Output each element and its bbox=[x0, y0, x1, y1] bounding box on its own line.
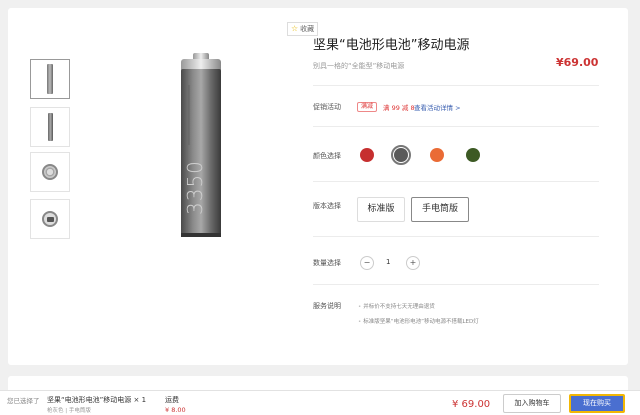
battery-capacity-print: 3350 bbox=[183, 160, 207, 215]
product-price: ¥69.00 bbox=[556, 56, 599, 69]
bottom-purchase-bar: 您已选择了 坚果“电池形电池”移动电源 × 1 枪灰色 | 手电筒版 运费 ¥ … bbox=[0, 390, 640, 415]
thumbnail-2[interactable] bbox=[30, 107, 70, 147]
shipping-label: 运费 bbox=[165, 396, 179, 404]
star-icon: ☆ bbox=[291, 24, 299, 33]
color-label: 颜色选择 bbox=[313, 152, 341, 160]
selected-label: 您已选择了 bbox=[7, 397, 40, 405]
product-title: 坚果“电池形电池”移动电源 bbox=[313, 38, 470, 53]
battery-side-thumb bbox=[47, 64, 53, 94]
version-label: 版本选择 bbox=[313, 202, 341, 210]
version-option-flashlight[interactable]: 手电筒版 bbox=[411, 197, 469, 222]
quantity-value: 1 bbox=[386, 258, 391, 266]
add-to-cart-button[interactable]: 加入购物车 bbox=[503, 394, 561, 413]
divider bbox=[313, 85, 599, 86]
quantity-decrease-button[interactable]: − bbox=[360, 256, 374, 270]
main-product-image: 3350 bbox=[165, 45, 235, 245]
color-swatch-orange[interactable] bbox=[427, 145, 447, 165]
battery-bottom-thumb bbox=[42, 211, 58, 227]
service-label: 服务说明 bbox=[313, 302, 341, 310]
divider bbox=[313, 236, 599, 237]
total-price: ¥ 69.00 bbox=[452, 399, 491, 410]
thumbnail-4[interactable] bbox=[30, 199, 70, 239]
color-swatch-red[interactable] bbox=[357, 145, 377, 165]
selected-product-name: 坚果“电池形电池”移动电源 × 1 bbox=[47, 396, 147, 404]
promo-detail-link[interactable]: 查看活动详情 > bbox=[414, 102, 461, 112]
divider bbox=[313, 284, 599, 285]
version-option-standard[interactable]: 标准版 bbox=[357, 197, 405, 222]
promo-text: 满 99 减 8 bbox=[383, 104, 415, 112]
service-item: • 标准版坚果“电池形电池”移动电源不搭载LED灯 bbox=[358, 319, 479, 325]
color-swatch-gray[interactable] bbox=[391, 145, 411, 165]
thumbnail-1[interactable] bbox=[30, 59, 70, 99]
battery-top-thumb bbox=[42, 164, 58, 180]
divider bbox=[313, 126, 599, 127]
buy-now-button[interactable]: 现在购买 bbox=[569, 394, 625, 413]
service-item: • 并标价不支持七天无理由退货 bbox=[358, 304, 435, 310]
battery-back-thumb bbox=[47, 113, 53, 141]
quantity-increase-button[interactable]: + bbox=[406, 256, 420, 270]
promo-label: 促销活动 bbox=[313, 103, 341, 111]
divider bbox=[313, 181, 599, 182]
quantity-label: 数量选择 bbox=[313, 259, 341, 267]
product-subtitle: 别具一格的“全能型”移动电源 bbox=[313, 62, 405, 70]
promo-tag: 满减 bbox=[357, 102, 378, 112]
color-swatch-green[interactable] bbox=[463, 145, 483, 165]
thumbnail-3[interactable] bbox=[30, 152, 70, 192]
selected-spec: 枪灰色 | 手电筒版 bbox=[47, 408, 91, 414]
shipping-price: ¥ 8.00 bbox=[165, 406, 186, 414]
